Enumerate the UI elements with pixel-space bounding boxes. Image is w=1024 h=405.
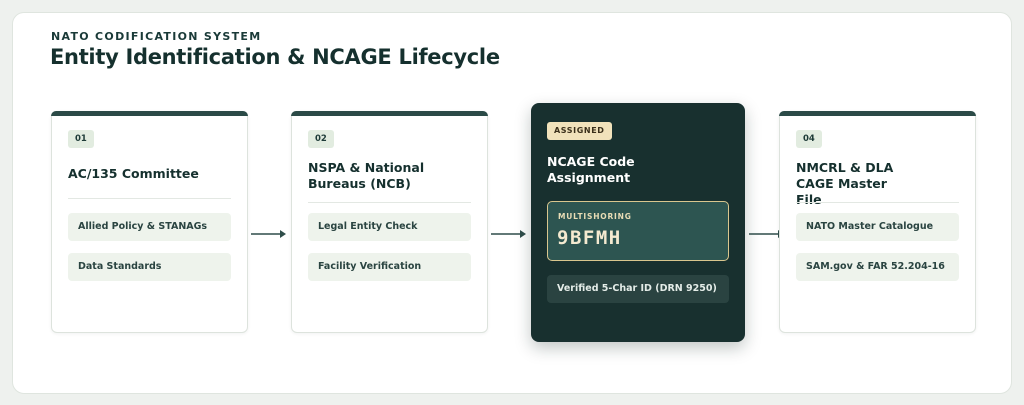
stage-item: SAM.gov & FAR 52.204-16 bbox=[796, 253, 959, 281]
stage-number-badge: 01 bbox=[68, 130, 94, 148]
page-title: Entity Identification & NCAGE Lifecycle bbox=[50, 45, 500, 69]
ncage-code-value: 9BFMH bbox=[557, 227, 622, 249]
card-topbar bbox=[51, 111, 248, 116]
status-badge: ASSIGNED bbox=[547, 122, 612, 140]
arrow-right-icon bbox=[251, 230, 286, 238]
stage-number-badge: 02 bbox=[308, 130, 334, 148]
stage-item: Allied Policy & STANAGs bbox=[68, 213, 231, 241]
stage-item: Verified 5-Char ID (DRN 9250) bbox=[547, 275, 729, 303]
stage-item: Legal Entity Check bbox=[308, 213, 471, 241]
stage-card-04: 04 NMCRL & DLA CAGE Master File NATO Mas… bbox=[779, 111, 976, 333]
stage-card-02: 02 NSPA & National Bureaus (NCB) Legal E… bbox=[291, 111, 488, 333]
card-divider bbox=[796, 202, 959, 203]
code-label: MULTISHORING bbox=[558, 212, 632, 221]
stage-item: Facility Verification bbox=[308, 253, 471, 281]
eyebrow-label: NATO CODIFICATION SYSTEM bbox=[51, 30, 262, 43]
stage-number-badge: 04 bbox=[796, 130, 822, 148]
card-topbar bbox=[779, 111, 976, 116]
stage-title: NCAGE Code Assignment bbox=[547, 154, 635, 185]
card-divider bbox=[68, 198, 231, 199]
card-topbar bbox=[291, 111, 488, 116]
stage-title: AC/135 Committee bbox=[68, 166, 199, 181]
arrow-right-icon bbox=[491, 230, 526, 238]
stage-item: Data Standards bbox=[68, 253, 231, 281]
ncage-code-box: MULTISHORING 9BFMH bbox=[547, 201, 729, 261]
card-divider bbox=[308, 202, 471, 203]
stage-item: NATO Master Catalogue bbox=[796, 213, 959, 241]
stage-title: NSPA & National Bureaus (NCB) bbox=[308, 160, 425, 191]
stage-card-01: 01 AC/135 Committee Allied Policy & STAN… bbox=[51, 111, 248, 333]
diagram-frame: NATO CODIFICATION SYSTEM Entity Identifi… bbox=[12, 12, 1012, 394]
stage-card-assigned: ASSIGNED NCAGE Code Assignment MULTISHOR… bbox=[531, 103, 745, 342]
stage-title: NMCRL & DLA CAGE Master File bbox=[796, 160, 894, 207]
